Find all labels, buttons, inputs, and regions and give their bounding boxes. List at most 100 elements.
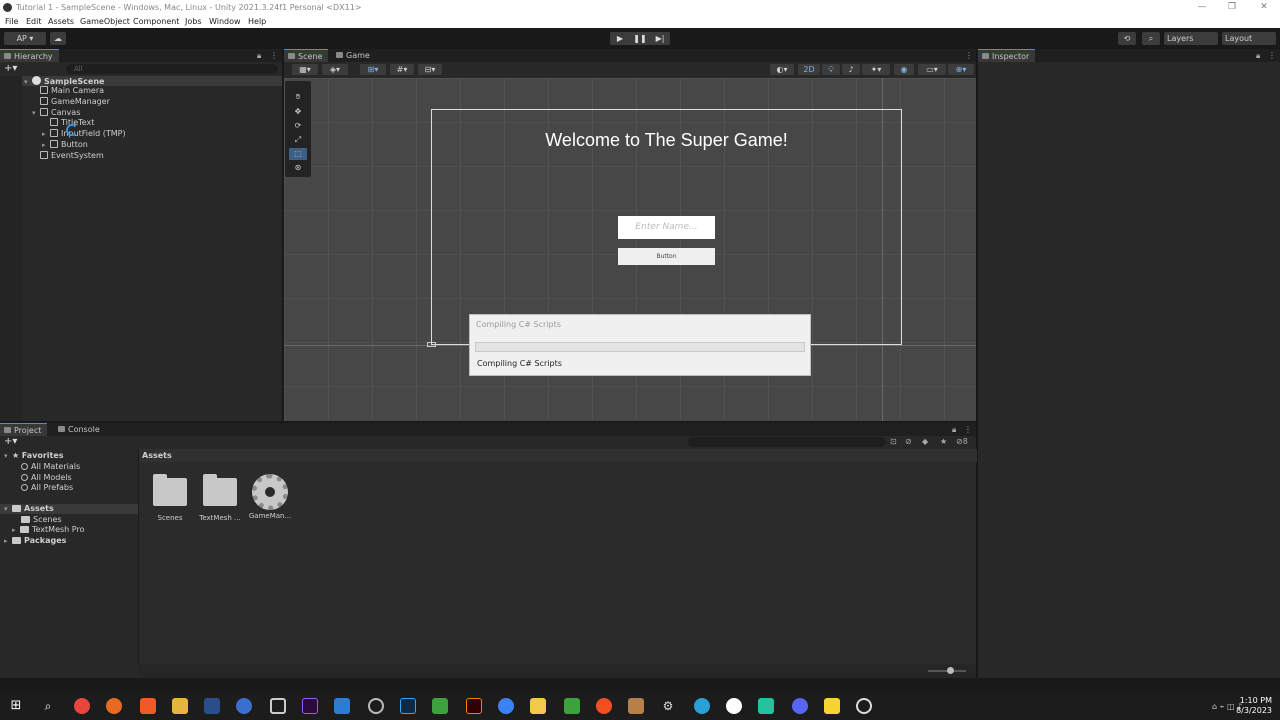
hand-tool-icon[interactable]: ✋︎ (289, 91, 307, 103)
tag-icon[interactable]: ◆ (922, 435, 928, 448)
search-icon[interactable]: ⌕ (40, 698, 56, 714)
scene-row[interactable]: ▾ SampleScene (0, 76, 282, 86)
taskbar-clock[interactable]: 1:10 PM 8/3/2023 (1236, 696, 1272, 716)
name-input-field[interactable]: Enter Name... (618, 216, 715, 239)
vscode-icon[interactable] (334, 698, 350, 714)
scale-tool-icon[interactable]: ⤢ (289, 134, 307, 146)
layers-dropdown[interactable]: Layers (1164, 32, 1218, 45)
photoshop-icon[interactable] (400, 698, 416, 714)
brave-icon[interactable] (140, 698, 156, 714)
filter-type-icon[interactable]: ⊡ (890, 435, 897, 448)
hierarchy-item-button[interactable]: ▸ Button (42, 140, 88, 150)
more-icon[interactable]: ⋮ (965, 49, 973, 62)
asset-scenes-folder[interactable]: Scenes (147, 474, 193, 522)
visibility-icon[interactable]: ◉ (894, 64, 914, 75)
app-icon[interactable] (432, 698, 448, 714)
menu-gameobject[interactable]: GameObject (80, 15, 130, 28)
more-icon[interactable]: ⋮ (1268, 49, 1276, 62)
app-icon[interactable] (530, 698, 546, 714)
menu-window[interactable]: Window (209, 15, 241, 28)
search-icon[interactable]: ⌕ (1142, 32, 1160, 45)
render-mode-button[interactable]: ◐▾ (770, 64, 794, 75)
project-search-input[interactable] (688, 437, 886, 447)
move-tool-icon[interactable]: ✥ (289, 106, 307, 118)
grid-snap-button[interactable]: #▾ (390, 64, 414, 75)
shading-mode-button[interactable]: ▦▾ (292, 64, 318, 75)
sticky-notes-icon[interactable] (824, 698, 840, 714)
hierarchy-item-gamemanager[interactable]: GameManager (40, 97, 110, 107)
hierarchy-search-input[interactable]: All (66, 64, 278, 74)
windows-start-icon[interactable]: ⊞ (8, 698, 24, 714)
welcome-title-text[interactable]: Welcome to The Super Game! (431, 130, 902, 151)
account-button[interactable]: AP ▾ (4, 32, 46, 45)
app-icon[interactable] (236, 698, 252, 714)
hierarchy-item-main-camera[interactable]: Main Camera (40, 86, 104, 96)
menu-assets[interactable]: Assets (48, 15, 74, 28)
favorite-all-materials[interactable]: All Materials (21, 462, 80, 472)
tab-console[interactable]: Console (54, 423, 106, 436)
asset-textmesh-folder[interactable]: TextMesh ... (197, 474, 243, 522)
pivot-button[interactable]: ⊞▾ (360, 64, 386, 75)
powershell-icon[interactable] (204, 698, 220, 714)
asset-breadcrumb[interactable]: Assets (139, 449, 977, 462)
tab-project[interactable]: Project (0, 423, 48, 436)
close-button[interactable]: ✕ (1250, 0, 1278, 15)
favorites-header[interactable]: ▾ ★ Favorites (4, 451, 64, 461)
transform-tool-icon[interactable]: ⊛ (289, 162, 307, 174)
menu-component[interactable]: Component (133, 15, 179, 28)
zoom-slider-handle[interactable] (947, 667, 954, 674)
illustrator-icon[interactable] (466, 698, 482, 714)
settings-gear-icon[interactable]: ⚙ (660, 698, 676, 714)
star-icon[interactable]: ★ (940, 435, 947, 448)
2d-toggle[interactable]: 2D (798, 64, 820, 75)
gizmos-button[interactable]: ⊕▾ (948, 64, 974, 75)
assets-folder-row[interactable]: ▾ Assets (0, 504, 138, 514)
premiere-icon[interactable] (302, 698, 318, 714)
rotate-tool-icon[interactable]: ⟳ (289, 120, 307, 132)
app-icon[interactable] (628, 698, 644, 714)
menu-edit[interactable]: Edit (26, 15, 42, 28)
audio-icon[interactable]: ♪ (842, 64, 860, 75)
step-button[interactable]: ▶| (650, 32, 670, 45)
menu-file[interactable]: File (5, 15, 18, 28)
rect-tool-icon[interactable]: ⬚ (289, 148, 307, 160)
pause-button[interactable]: ❚❚ (630, 32, 650, 45)
hierarchy-item-eventsystem[interactable]: EventSystem (40, 151, 104, 161)
draw-mode-button[interactable]: ◈▾ (322, 64, 348, 75)
app-icon[interactable] (758, 698, 774, 714)
app-icon[interactable] (498, 698, 514, 714)
telegram-icon[interactable] (694, 698, 710, 714)
play-button[interactable]: ▶ (610, 32, 630, 45)
filter-label-icon[interactable]: ⊘ (905, 435, 912, 448)
lock-icon[interactable]: 🔒︎ (1256, 49, 1260, 62)
folder-scenes[interactable]: Scenes (21, 515, 62, 525)
history-icon[interactable]: ⟲ (1118, 32, 1136, 45)
favorite-all-prefabs[interactable]: All Prefabs (21, 483, 73, 493)
packages-folder-row[interactable]: ▸ Packages (4, 536, 66, 546)
tab-scene[interactable]: Scene (284, 49, 329, 62)
maximize-button[interactable]: ❐ (1218, 0, 1246, 15)
unity-hub-icon[interactable] (270, 698, 286, 714)
anchor-handle[interactable] (427, 342, 436, 347)
layout-dropdown[interactable]: Layout (1222, 32, 1276, 45)
add-icon[interactable]: +▾ (4, 63, 17, 74)
folder-textmesh-pro[interactable]: ▸ TextMesh Pro (12, 525, 84, 535)
chrome-icon[interactable] (74, 698, 90, 714)
increment-snap-button[interactable]: ⊟▾ (418, 64, 442, 75)
firefox-icon[interactable] (106, 698, 122, 714)
tab-hierarchy[interactable]: Hierarchy (0, 49, 59, 62)
effects-button[interactable]: ✦▾ (862, 64, 890, 75)
camera-button[interactable]: ▭▾ (918, 64, 946, 75)
favorite-all-models[interactable]: All Models (21, 473, 72, 483)
lighting-icon[interactable]: 💡︎ (822, 64, 840, 75)
tab-game[interactable]: Game (332, 49, 376, 62)
menu-help[interactable]: Help (248, 15, 266, 28)
app-icon[interactable] (596, 698, 612, 714)
discord-icon[interactable] (792, 698, 808, 714)
app-icon[interactable] (564, 698, 580, 714)
cloud-icon[interactable]: ☁ (50, 32, 66, 45)
menu-jobs[interactable]: Jobs (185, 15, 202, 28)
scene-button[interactable]: Button (618, 248, 715, 265)
more-icon[interactable]: ⋮ (270, 49, 278, 62)
hidden-packages-icon[interactable]: ⊘8 (956, 435, 968, 448)
